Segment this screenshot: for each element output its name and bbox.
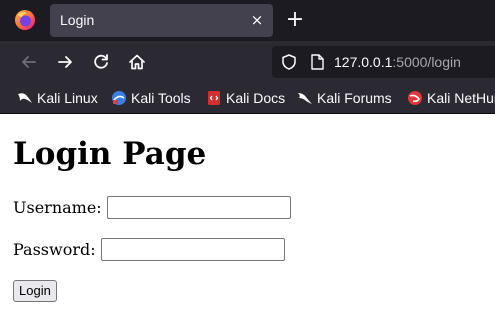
bookmark-label: Kali Tools <box>131 90 191 106</box>
bookmark-kali-forums[interactable]: Kali Forums <box>297 83 392 113</box>
shield-icon[interactable] <box>280 53 298 71</box>
bookmark-kali-docs[interactable]: Kali Docs <box>206 83 285 113</box>
tab-title: Login <box>60 12 95 28</box>
bookmark-label: Kali NetHunter <box>427 90 495 106</box>
bookmark-kali-linux[interactable]: Kali Linux <box>17 83 98 113</box>
kali-forums-icon <box>298 93 312 104</box>
bookmarks-toolbar: Kali Linux Kali Tools Kali Docs Kali For… <box>0 83 495 114</box>
reload-icon[interactable] <box>90 51 112 73</box>
bookmark-kali-nethunter[interactable]: Kali NetHunter <box>407 83 495 113</box>
bookmark-label: Kali Forums <box>317 90 392 106</box>
forward-arrow-icon[interactable] <box>54 51 76 73</box>
tab-login[interactable]: Login × <box>50 4 273 37</box>
password-label: Password: <box>13 240 96 259</box>
firefox-icon[interactable] <box>14 9 36 31</box>
back-arrow-icon[interactable] <box>18 51 40 73</box>
page-icon[interactable] <box>308 53 326 71</box>
bookmark-kali-tools[interactable]: Kali Tools <box>111 83 191 113</box>
bookmark-label: Kali Linux <box>37 90 98 106</box>
page-content: Login Page Username: Password: Login <box>0 114 495 322</box>
url-path: :5000/login <box>392 54 461 70</box>
login-button[interactable]: Login <box>13 280 57 302</box>
new-tab-button[interactable]: + <box>285 8 305 32</box>
password-input[interactable] <box>101 238 285 261</box>
close-icon[interactable]: × <box>249 10 265 30</box>
bookmark-label: Kali Docs <box>226 90 286 106</box>
kali-nethunter-icon <box>408 91 422 105</box>
username-label: Username: <box>13 198 102 217</box>
kali-dragon-icon <box>18 93 32 103</box>
page-title: Login Page <box>13 136 207 172</box>
url-text[interactable]: 127.0.0.1:5000/login <box>334 53 461 71</box>
url-bar[interactable]: 127.0.0.1:5000/login <box>272 46 495 78</box>
username-input[interactable] <box>107 196 291 219</box>
kali-tools-icon <box>112 91 126 105</box>
tab-strip: Login × + <box>0 0 495 41</box>
home-icon[interactable] <box>126 51 148 73</box>
navigation-toolbar: 127.0.0.1:5000/login <box>0 41 495 83</box>
url-host: 127.0.0.1 <box>334 54 393 70</box>
kali-docs-icon <box>208 91 220 105</box>
